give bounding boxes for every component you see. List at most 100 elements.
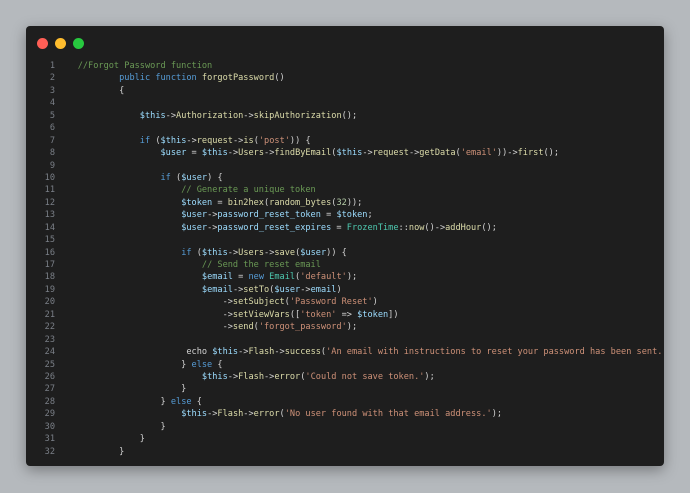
line-number: 32 <box>44 446 55 457</box>
code-token-plain: ); <box>346 272 358 283</box>
code-token-func: setTo <box>243 284 270 295</box>
code-token-func: request <box>372 148 409 159</box>
code-token-var: $token <box>336 210 368 221</box>
maximize-dot-icon[interactable] <box>73 38 84 49</box>
code-token-func: save <box>274 247 296 258</box>
code-token-plain: } <box>77 359 192 370</box>
window-controls <box>37 38 84 49</box>
code-token-plain: (); <box>341 110 358 121</box>
code-token-plain: ( <box>191 247 202 258</box>
code-token-var: $user <box>181 210 208 221</box>
code-token-plain: = <box>331 222 347 233</box>
line-code: echo $this->Flash->success('An email wit… <box>55 346 664 358</box>
code-token-func: now <box>408 222 425 233</box>
code-token-plain: } <box>77 396 171 407</box>
code-token-plain: -> <box>207 210 218 221</box>
line-code: } <box>55 421 165 433</box>
code-token-plain: { <box>191 396 202 407</box>
code-token-func: forgotPassword <box>201 73 275 84</box>
code-line: 26 $this->Flash->error('Could not save t… <box>26 371 664 383</box>
line-number: 3 <box>49 85 55 96</box>
code-line: 29 $this->Flash->error('No user found wi… <box>26 408 664 420</box>
code-token-plain: -> <box>264 148 275 159</box>
code-token-plain: ))-> <box>496 148 518 159</box>
code-token-plain: -> <box>408 148 420 159</box>
code-token-plain: { <box>77 85 125 96</box>
code-token-plain: -> <box>77 322 233 333</box>
code-line: 30 } <box>26 421 664 433</box>
code-token-plain: (); <box>543 148 560 159</box>
line-number: 28 <box>44 396 55 407</box>
line-number: 8 <box>49 148 55 159</box>
code-token-plain: -> <box>243 110 254 121</box>
line-code: } else { <box>55 396 202 408</box>
code-token-func: bin2hex <box>227 197 264 208</box>
line-code: } <box>55 383 186 395</box>
line-number: 2 <box>49 73 55 84</box>
code-token-plain: = <box>212 197 228 208</box>
line-number: 9 <box>49 160 55 171</box>
code-token-var: $this <box>336 148 363 159</box>
line-code: if ($user) { <box>55 172 223 184</box>
line-code: if ($this->Users->save($user)) { <box>55 247 347 259</box>
line-number: 31 <box>44 434 55 445</box>
code-editor[interactable]: 1 //Forgot Password function 2 public fun… <box>26 60 664 458</box>
code-token-class: Email <box>269 272 296 283</box>
line-number: 18 <box>44 272 55 283</box>
code-token-plain: => <box>336 309 358 320</box>
line-number: 24 <box>44 347 55 358</box>
code-line: 16 if ($this->Users->save($user)) { <box>26 247 664 259</box>
code-token-var: password_reset_expires <box>217 222 332 233</box>
code-token-func: skipAuthorization <box>253 110 342 121</box>
line-code: // Send the reset email <box>55 259 321 271</box>
code-token-plain: -> <box>227 371 239 382</box>
code-token-plain: ) { <box>207 172 223 183</box>
code-token-var: $email <box>201 272 233 283</box>
code-token-plain: -> <box>238 347 249 358</box>
code-token-plain: :: <box>398 222 409 233</box>
code-token-func: random_bytes <box>269 197 332 208</box>
code-token-plain: -> <box>227 148 239 159</box>
code-token-plain: )); <box>346 197 363 208</box>
code-token-plain: ([ <box>289 309 301 320</box>
line-number: 11 <box>44 185 55 196</box>
code-line: 27 } <box>26 383 664 395</box>
code-line: 2 public function forgotPassword() <box>26 72 664 84</box>
code-line: 10 if ($user) { <box>26 172 664 184</box>
code-token-plain: -> <box>77 297 233 308</box>
code-token-var: $this <box>201 148 228 159</box>
code-token-func: addHour <box>445 222 482 233</box>
code-token-func: findByEmail <box>274 148 332 159</box>
code-token-func: success <box>284 347 321 358</box>
code-line: 17 // Send the reset email <box>26 259 664 271</box>
code-line: 9 <box>26 160 664 172</box>
line-code: $token = bin2hex(random_bytes(32)); <box>55 197 362 209</box>
code-token-var: $token <box>357 309 389 320</box>
minimize-dot-icon[interactable] <box>55 38 66 49</box>
line-number: 10 <box>44 172 55 183</box>
code-line: 8 $user = $this->Users->findByEmail($thi… <box>26 147 664 159</box>
code-token-plain: -> <box>274 347 285 358</box>
code-token-plain: } <box>77 384 187 395</box>
code-line: 12 $token = bin2hex(random_bytes(32)); <box>26 197 664 209</box>
code-token-string: 'Could not save token.' <box>305 371 425 382</box>
code-token-var: $this <box>139 110 166 121</box>
line-code: $this->Flash->error('No user found with … <box>55 408 502 420</box>
code-token-plain: ); <box>346 322 358 333</box>
code-line: 31 } <box>26 433 664 445</box>
code-token-plain: ); <box>491 409 503 420</box>
line-number: 27 <box>44 384 55 395</box>
line-number: 14 <box>44 222 55 233</box>
line-number: 7 <box>49 135 55 146</box>
line-code: public function forgotPassword() <box>55 72 285 84</box>
code-token-keyword: new <box>248 272 270 283</box>
code-line: 25 } else { <box>26 359 664 371</box>
close-dot-icon[interactable] <box>37 38 48 49</box>
line-number: 15 <box>44 235 55 246</box>
code-token-func: is <box>243 135 254 146</box>
